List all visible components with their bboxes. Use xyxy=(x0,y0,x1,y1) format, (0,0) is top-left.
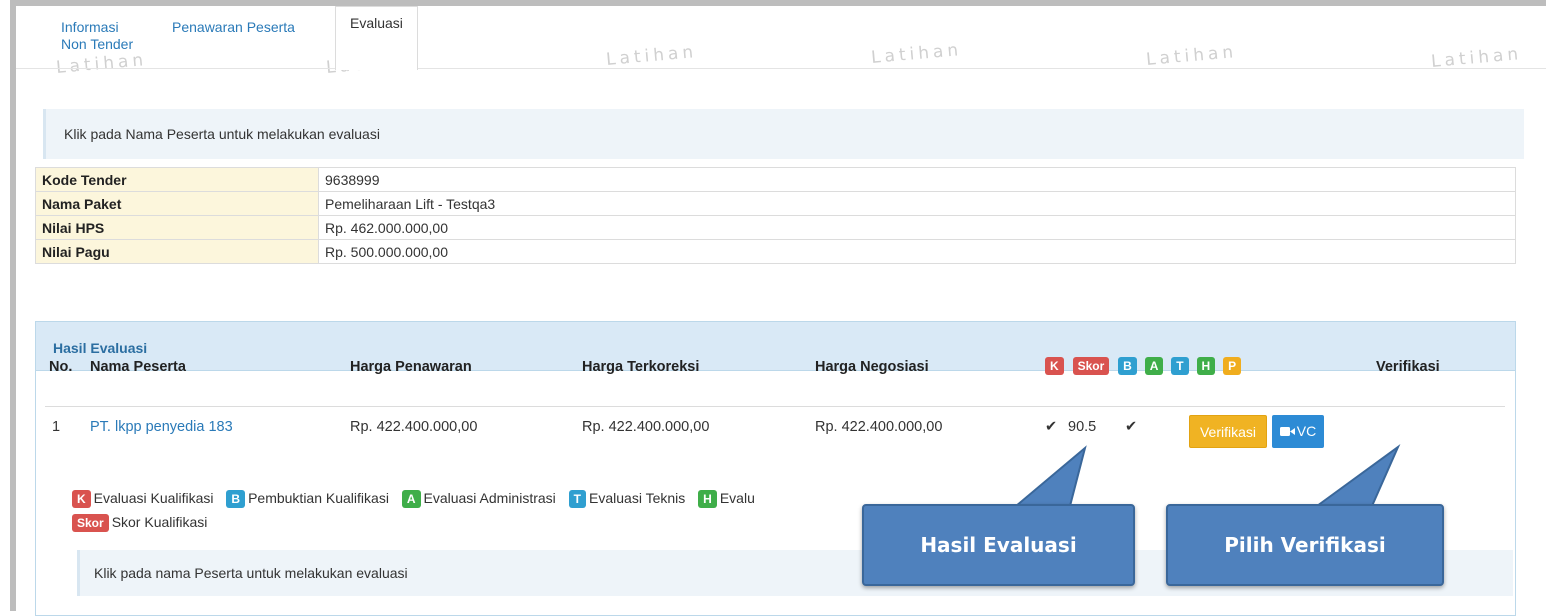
panel-title: Hasil Evaluasi xyxy=(36,322,1515,371)
callout-pilih-verifikasi-text: Pilih Verifikasi xyxy=(1224,533,1386,557)
detail-row: Nilai Pagu Rp. 500.000.000,00 xyxy=(35,239,1516,264)
legend-badge-t: T xyxy=(568,490,587,508)
harga-terkoreksi-value: Rp. 422.400.000,00 xyxy=(582,419,710,435)
video-call-label: VC xyxy=(1296,423,1317,439)
callout-hasil-evaluasi: Hasil Evaluasi xyxy=(862,504,1135,586)
badge-t: T xyxy=(1171,357,1189,375)
eval-badge-header: K Skor B A T H P xyxy=(1045,357,1242,375)
col-header-harga-negosiasi: Harga Negosiasi xyxy=(815,359,929,375)
check-icon: ✔ xyxy=(1045,419,1058,435)
col-header-nama: Nama Peserta xyxy=(90,359,186,375)
col-header-verifikasi: Verifikasi xyxy=(1376,359,1440,375)
tab-penawaran-peserta[interactable]: Penawaran Peserta xyxy=(172,19,295,36)
detail-value: Rp. 462.000.000,00 xyxy=(318,215,1516,240)
legend-badge-k: K xyxy=(72,490,91,508)
legend-badge-skor: Skor xyxy=(72,514,109,532)
legend-text: Evaluasi Administrasi xyxy=(423,490,556,506)
video-call-button[interactable]: VC xyxy=(1272,415,1324,448)
tab-bar: Informasi Non Tender Penawaran Peserta E… xyxy=(16,6,1546,70)
row-no: 1 xyxy=(52,419,61,435)
detail-value: 9638999 xyxy=(318,167,1516,192)
col-header-no: No. xyxy=(49,359,73,375)
legend-row-2: Skor Skor Kualifikasi xyxy=(72,514,207,532)
header-divider xyxy=(45,406,1505,407)
detail-value: Pemeliharaan Lift - Testqa3 xyxy=(318,191,1516,216)
legend-badge-h: H xyxy=(698,490,717,508)
detail-label: Nama Paket xyxy=(35,191,319,216)
video-camera-icon xyxy=(1279,427,1295,436)
tender-detail-table: Kode Tender 9638999 Nama Paket Pemelihar… xyxy=(35,167,1516,264)
col-header-harga-penawaran: Harga Penawaran xyxy=(350,359,472,375)
harga-negosiasi-value: Rp. 422.400.000,00 xyxy=(815,419,943,435)
participant-name-link[interactable]: PT. lkpp penyedia 183 xyxy=(90,419,233,435)
badge-skor: Skor xyxy=(1072,357,1110,375)
legend-text: Evaluasi Kualifikasi xyxy=(93,490,214,506)
legend-text: Evaluasi Teknis xyxy=(589,490,686,506)
legend: K Evaluasi Kualifikasi B Pembuktian Kualif… xyxy=(72,490,755,508)
detail-label: Nilai Pagu xyxy=(35,239,319,264)
legend-badge-a: A xyxy=(401,490,421,508)
legend-text: Evalu xyxy=(719,490,755,506)
info-alert-text: Klik pada Nama Peserta untuk melakukan e… xyxy=(64,126,380,142)
tab-informasi[interactable]: Informasi Non Tender xyxy=(61,19,133,53)
detail-label: Kode Tender xyxy=(35,167,319,192)
verifikasi-button[interactable]: Verifikasi xyxy=(1189,415,1267,448)
badge-h: H xyxy=(1196,357,1216,375)
verifikasi-button-label: Verifikasi xyxy=(1199,424,1257,440)
callout-pilih-verifikasi: Pilih Verifikasi xyxy=(1166,504,1444,586)
badge-k: K xyxy=(1045,357,1064,375)
col-header-harga-terkoreksi: Harga Terkoreksi xyxy=(582,359,700,375)
callout-hasil-evaluasi-text: Hasil Evaluasi xyxy=(920,533,1077,557)
info-alert-text: Klik pada nama Peserta untuk melakukan e… xyxy=(94,565,408,581)
badge-p: P xyxy=(1223,357,1242,375)
check-icon: ✔ xyxy=(1125,419,1138,435)
info-alert-top: Klik pada Nama Peserta untuk melakukan e… xyxy=(43,109,1524,159)
detail-label: Nilai HPS xyxy=(35,215,319,240)
tab-evaluasi[interactable]: Evaluasi xyxy=(335,6,418,70)
badge-b: B xyxy=(1118,357,1137,375)
badge-a: A xyxy=(1144,357,1164,375)
detail-row: Nama Paket Pemeliharaan Lift - Testqa3 xyxy=(35,191,1516,216)
detail-value: Rp. 500.000.000,00 xyxy=(318,239,1516,264)
legend-badge-b: B xyxy=(226,490,246,508)
detail-row: Kode Tender 9638999 xyxy=(35,167,1516,192)
legend-text: Pembuktian Kualifikasi xyxy=(248,490,389,506)
harga-penawaran-value: Rp. 422.400.000,00 xyxy=(350,419,478,435)
detail-row: Nilai HPS Rp. 462.000.000,00 xyxy=(35,215,1516,240)
skor-value: 90.5 xyxy=(1068,419,1097,435)
legend-text: Skor Kualifikasi xyxy=(111,514,208,530)
